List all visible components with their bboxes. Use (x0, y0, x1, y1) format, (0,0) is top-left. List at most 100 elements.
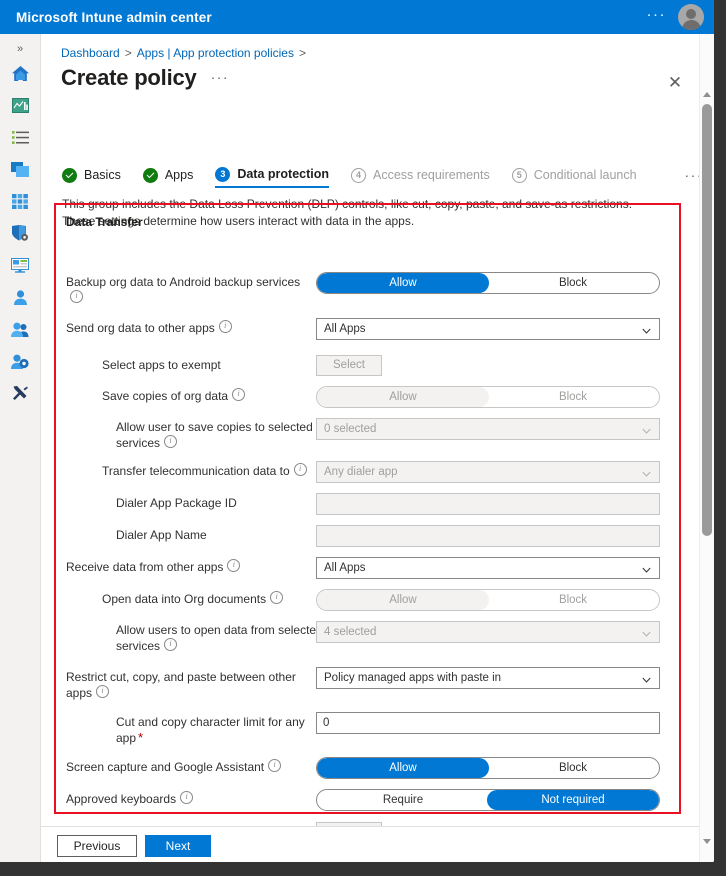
page-more-icon[interactable]: ··· (211, 69, 230, 85)
setting-label: Transfer telecommunication data to (102, 463, 314, 479)
left-nav-rail: » (0, 34, 41, 862)
shield-icon (11, 225, 29, 241)
tab-conditional-launch[interactable]: 5 Conditional launch (511, 162, 637, 188)
breadcrumb-item-app-protection-policies[interactable]: Apps | App protection policies (137, 46, 294, 60)
tab-basics[interactable]: Basics (62, 162, 121, 188)
scrollbar-thumb[interactable] (702, 104, 712, 536)
vertical-scrollbar[interactable] (699, 34, 714, 862)
dropdown-value: Any dialer app (324, 466, 398, 478)
info-icon[interactable] (164, 435, 178, 448)
dialer-app-name-input[interactable] (316, 525, 660, 547)
scroll-down-icon[interactable] (700, 834, 714, 848)
sidebar-item-users[interactable] (0, 284, 40, 310)
dropdown-save-copies-services[interactable]: 0 selected (316, 418, 660, 440)
setting-control: All Apps (316, 318, 660, 340)
setting-label: Send org data to other apps (66, 320, 306, 336)
setting-label: Cut and copy character limit for any app… (116, 715, 305, 745)
header-more-icon[interactable]: ··· (641, 6, 673, 29)
dropdown-value: 0 selected (324, 423, 377, 435)
previous-button[interactable]: Previous (57, 835, 137, 857)
toggle-option-block[interactable]: Block (487, 387, 659, 407)
sidebar-item-troubleshooting[interactable] (0, 380, 40, 406)
setting-label: Save copies of org data (102, 388, 307, 404)
breadcrumb-item-dashboard[interactable]: Dashboard (61, 46, 120, 60)
scroll-up-icon[interactable] (700, 87, 714, 101)
page-title-row: Create policy ··· (61, 65, 229, 91)
next-button[interactable]: Next (145, 835, 211, 857)
toggle-save-copies-org-data[interactable]: Allow Block (316, 386, 660, 408)
setting-control: 4 selected (316, 621, 660, 643)
info-icon[interactable] (270, 591, 284, 604)
setting-control (316, 493, 660, 515)
sidebar-item-all-services[interactable] (0, 124, 40, 150)
toggle-option-not-required[interactable]: Not required (487, 790, 659, 810)
window-frame: Microsoft Intune admin center ··· » Dash… (0, 0, 726, 876)
dashboard-icon (11, 97, 29, 113)
step-complete-icon-2 (142, 167, 158, 183)
app-header-actions: ··· (641, 0, 709, 34)
close-icon[interactable]: ✕ (664, 72, 686, 94)
page-title: Create policy (61, 65, 197, 90)
info-icon[interactable] (96, 685, 110, 698)
dialer-app-package-id-input[interactable] (316, 493, 660, 515)
info-icon[interactable] (227, 559, 241, 572)
dropdown-value: All Apps (324, 562, 366, 574)
info-icon[interactable] (293, 463, 307, 476)
sidebar-item-home[interactable] (0, 60, 40, 86)
sidebar-item-groups[interactable] (0, 316, 40, 342)
toggle-option-block[interactable]: Block (487, 273, 659, 293)
breadcrumb: Dashboard > Apps | App protection policies… (61, 46, 311, 60)
toggle-option-block[interactable]: Block (487, 590, 659, 610)
tenant-admin-icon (11, 354, 29, 369)
setting-label: Select apps to exempt (102, 358, 221, 372)
sidebar-item-devices[interactable] (0, 156, 40, 182)
info-icon[interactable] (70, 290, 83, 303)
required-indicator: * (138, 730, 144, 745)
toggle-open-data-org-documents[interactable]: Allow Block (316, 589, 660, 611)
dropdown-transfer-telecom[interactable]: Any dialer app (316, 461, 660, 483)
toggle-option-block[interactable]: Block (487, 758, 659, 778)
dropdown-receive-data[interactable]: All Apps (316, 557, 660, 579)
toggle-option-allow[interactable]: Allow (317, 387, 489, 407)
tab-apps[interactable]: Apps (142, 162, 194, 188)
sidebar-item-apps[interactable] (0, 188, 40, 214)
rail-expand-icon[interactable]: » (0, 38, 40, 60)
sidebar-item-tenant-administration[interactable] (0, 348, 40, 374)
app-title: Microsoft Intune admin center (16, 9, 212, 25)
toggle-backup-org-data[interactable]: Allow Block (316, 272, 660, 294)
select-apps-to-exempt-button[interactable]: Select (316, 355, 382, 376)
tab-apps-label: Apps (164, 168, 194, 182)
tab-data-protection[interactable]: 3 Data protection (215, 162, 330, 188)
setting-control (316, 712, 660, 734)
cut-copy-character-limit-input[interactable] (316, 712, 660, 734)
reports-icon (11, 257, 29, 273)
info-icon[interactable] (232, 388, 246, 401)
toggle-option-allow[interactable]: Allow (317, 758, 489, 778)
dropdown-open-data-services[interactable]: 4 selected (316, 621, 660, 643)
groups-icon (11, 322, 29, 337)
sidebar-item-endpoint-security[interactable] (0, 220, 40, 246)
sidebar-item-reports[interactable] (0, 252, 40, 278)
info-icon[interactable] (164, 638, 178, 651)
sidebar-item-dashboard[interactable] (0, 92, 40, 118)
avatar[interactable] (678, 4, 704, 30)
main-content: Dashboard > Apps | App protection policies… (41, 34, 714, 862)
setting-label: Receive data from other apps (66, 559, 306, 575)
toggle-option-allow[interactable]: Allow (317, 590, 489, 610)
toggle-screen-capture[interactable]: Allow Block (316, 757, 660, 779)
setting-label: Approved keyboards (66, 791, 306, 807)
chevron-down-icon (642, 425, 651, 434)
info-icon[interactable] (268, 759, 282, 772)
toggle-option-require[interactable]: Require (317, 790, 489, 810)
setting-control: Allow Block (316, 589, 660, 611)
breadcrumb-separator-2: > (298, 46, 306, 60)
info-icon[interactable] (218, 320, 232, 333)
toggle-option-allow[interactable]: Allow (317, 273, 489, 293)
toggle-approved-keyboards[interactable]: Require Not required (316, 789, 660, 811)
tab-access-requirements[interactable]: 4 Access requirements (351, 162, 490, 188)
dropdown-restrict-cut-copy-paste[interactable]: Policy managed apps with paste in (316, 667, 660, 689)
setting-label: Backup org data to Android backup servic… (66, 274, 306, 306)
home-icon (11, 65, 30, 82)
info-icon[interactable] (180, 791, 194, 804)
dropdown-send-org-data[interactable]: All Apps (316, 318, 660, 340)
